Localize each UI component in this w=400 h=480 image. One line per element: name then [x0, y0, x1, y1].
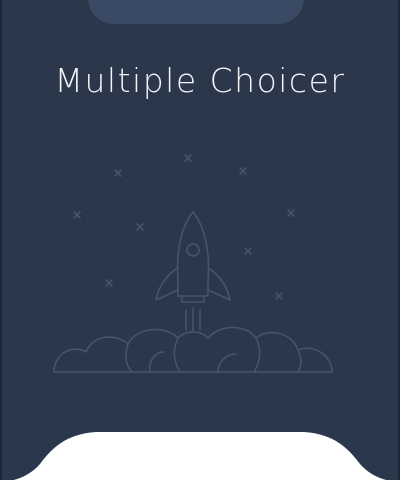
app-title: Multiple Choicer	[54, 61, 346, 100]
bottom-card[interactable]	[0, 430, 400, 480]
rocket-icon	[155, 211, 231, 333]
top-tab[interactable]	[88, 0, 304, 24]
cloud-icon	[53, 326, 333, 373]
app-screen: Multiple Choicer	[0, 0, 400, 480]
rocket-launch-icon	[53, 154, 333, 373]
